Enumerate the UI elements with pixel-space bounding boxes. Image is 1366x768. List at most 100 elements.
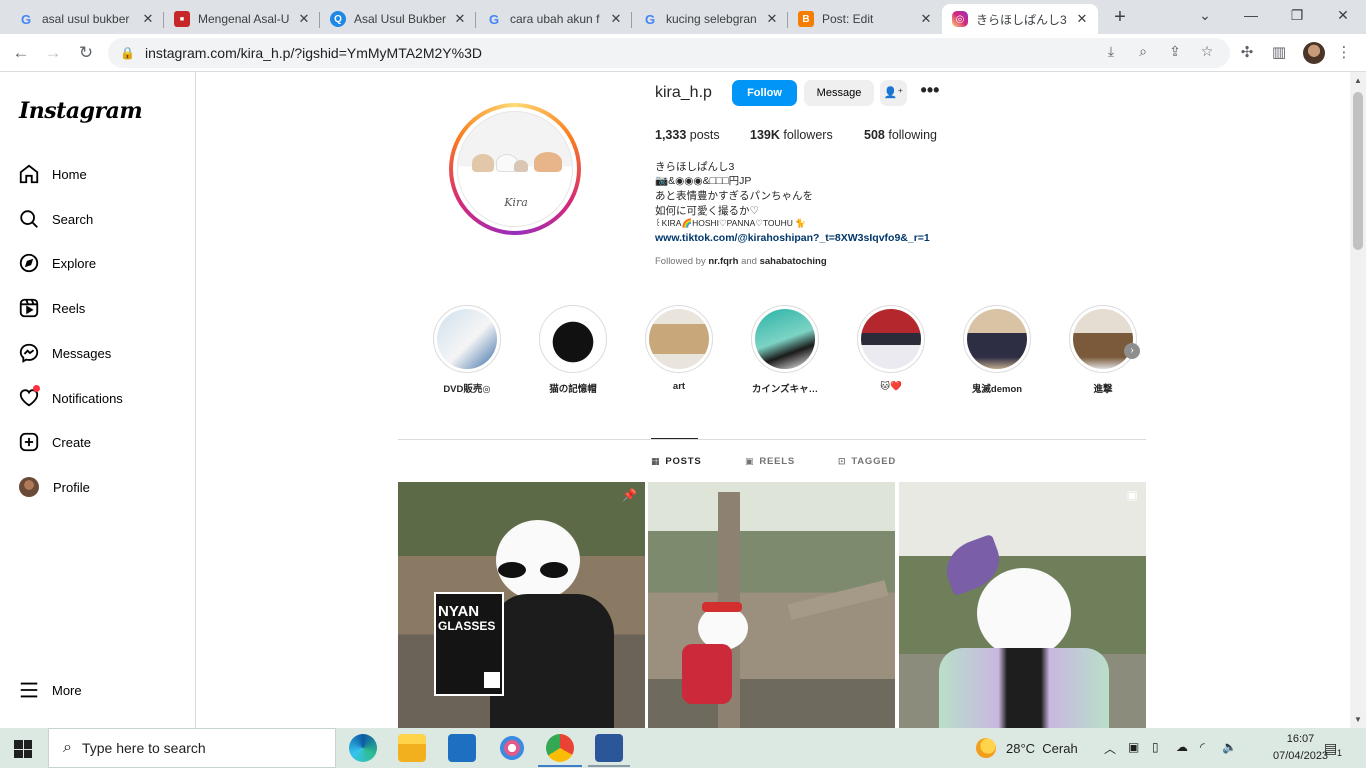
bio-link[interactable]: www.tiktok.com/@kirahoshipan?_t=8XW3sIqv… [655, 232, 1015, 244]
browser-toolbar: ← → ↻ 🔒 instagram.com/kira_h.p/?igshid=Y… [0, 34, 1366, 72]
cat-hoodie [490, 594, 614, 728]
highlights-next-button[interactable]: › [1124, 343, 1140, 359]
followers-count[interactable]: 139K followers [750, 128, 833, 142]
highlight-label: 🐱❤️ [880, 381, 902, 392]
sidebar-item-home[interactable]: Home [18, 159, 87, 189]
highlight-label: 進撃 [1093, 384, 1113, 395]
close-icon[interactable]: ✕ [1074, 11, 1090, 27]
instagram-logo[interactable]: Instagram [19, 98, 143, 124]
close-icon[interactable]: ✕ [608, 11, 624, 27]
blogger-icon: B [798, 11, 814, 27]
close-window-button[interactable]: ✕ [1320, 0, 1366, 30]
browser-tab[interactable]: Q Asal Usul Bukber ✕ [320, 4, 476, 34]
wifi-icon[interactable]: ◜ [1200, 740, 1205, 754]
browser-tab[interactable]: G cara ubah akun f ✕ [476, 4, 632, 34]
tab-tagged[interactable]: ⊡ TAGGED [838, 456, 896, 467]
followed-by[interactable]: Followed by nr.fqrh and sahabatoching [655, 256, 827, 267]
weather-widget[interactable]: 28°C Cerah [976, 738, 1078, 758]
mail-icon[interactable] [448, 734, 476, 762]
message-button[interactable]: Message [804, 80, 874, 106]
scroll-down-arrow[interactable]: ▼ [1354, 715, 1362, 724]
word-icon[interactable] [595, 734, 623, 762]
highlight-cover [543, 309, 603, 369]
browser-profile-avatar[interactable] [1303, 42, 1325, 64]
system-clock[interactable]: 16:07 07/04/2023 [1273, 731, 1328, 765]
story-highlight[interactable]: DVD販売◎ [432, 305, 502, 395]
sidebar-item-create[interactable]: Create [18, 427, 91, 457]
browser-tab[interactable]: ■ Mengenal Asal-U ✕ [164, 4, 320, 34]
tab-search-button[interactable]: ⌄ [1182, 0, 1228, 30]
profile-avatar-story-ring[interactable]: Kira [449, 103, 581, 235]
close-icon[interactable]: ✕ [140, 11, 156, 27]
sidebar-item-label: More [52, 682, 82, 698]
browser-tab[interactable]: G asal usul bukber ✕ [8, 4, 164, 34]
sidebar-item-more[interactable]: More [18, 675, 82, 705]
page-scrollbar[interactable]: ▲ ▼ [1350, 72, 1366, 728]
browser-tab-active[interactable]: ◎ きらほしぱんし3（@ ✕ [942, 4, 1098, 34]
bio-line: 如何に可愛く撮るか♡ [655, 205, 759, 217]
sidebar-item-messages[interactable]: Messages [18, 338, 111, 368]
chevron-up-icon[interactable]: ︿ [1104, 740, 1116, 757]
back-button[interactable]: ← [8, 40, 34, 66]
address-bar[interactable]: 🔒 instagram.com/kira_h.p/?igshid=YmMyMTA… [108, 38, 1230, 68]
sidebar-item-search[interactable]: Search [18, 204, 93, 234]
chrome-icon[interactable] [546, 734, 574, 762]
menu-kebab-icon[interactable]: ⋮ [1333, 43, 1355, 61]
sidebar-item-explore[interactable]: Explore [18, 248, 96, 278]
browser-tab[interactable]: B Post: Edit ✕ [788, 4, 942, 34]
sidebar-item-label: Reels [52, 300, 86, 316]
forward-button[interactable]: → [40, 40, 66, 66]
story-highlight[interactable]: 🐱❤️ [856, 305, 926, 392]
onedrive-cloud-icon[interactable]: ☁ [1176, 740, 1188, 754]
device-icon[interactable]: ▯ [1152, 740, 1159, 754]
tab-posts[interactable]: ▦ POSTS [651, 456, 702, 467]
options-button[interactable]: ••• [919, 81, 941, 104]
fence-rail [787, 580, 889, 620]
story-highlight[interactable]: カインズキャ… [750, 305, 820, 395]
close-icon[interactable]: ✕ [296, 11, 312, 27]
news-icon: ■ [174, 11, 190, 27]
extensions-icon[interactable]: ✣ [1236, 43, 1258, 61]
zoom-icon[interactable]: ⌕ [1133, 43, 1153, 60]
security-icon[interactable]: ▣ [1128, 740, 1139, 754]
story-highlight[interactable]: art [644, 305, 714, 392]
install-app-icon[interactable]: ⤓ [1101, 43, 1121, 60]
tab-reels[interactable]: ▣ REELS [745, 456, 795, 467]
share-icon[interactable]: ⇪ [1165, 43, 1185, 60]
follow-button[interactable]: Follow [732, 80, 797, 106]
highlight-cover [967, 309, 1027, 369]
sidebar-item-profile[interactable]: Profile [18, 472, 90, 502]
scrollbar-thumb[interactable] [1353, 92, 1363, 250]
bookmark-star-icon[interactable]: ☆ [1197, 43, 1217, 60]
close-icon[interactable]: ✕ [918, 11, 934, 27]
restore-button[interactable]: ❐ [1274, 0, 1320, 30]
sidebar-item-notifications[interactable]: Notifications [18, 383, 123, 413]
file-explorer-icon[interactable] [398, 734, 426, 762]
post-thumbnail[interactable] [648, 482, 895, 728]
following-count[interactable]: 508 following [864, 128, 937, 142]
suggested-accounts-button[interactable]: 👤⁺ [880, 80, 907, 106]
url-text: instagram.com/kira_h.p/?igshid=YmMyMTA2M… [144, 45, 482, 61]
close-icon[interactable]: ✕ [764, 11, 780, 27]
close-icon[interactable]: ✕ [452, 11, 468, 27]
minimize-button[interactable]: — [1228, 0, 1274, 30]
windows-start-button[interactable] [14, 740, 32, 758]
side-panel-icon[interactable]: ▥ [1268, 43, 1290, 61]
notification-center-icon[interactable]: ▤ [1324, 740, 1337, 757]
story-highlight[interactable]: 猫の記憶帽 [538, 305, 608, 395]
post-thumbnail[interactable]: NYAN GLASSES 📌 [398, 482, 645, 728]
browser-tab[interactable]: G kucing selebgran ✕ [632, 4, 788, 34]
story-highlight[interactable]: 鬼滅demon [962, 305, 1032, 395]
scroll-up-arrow[interactable]: ▲ [1354, 76, 1362, 85]
reload-button[interactable]: ↻ [73, 40, 99, 66]
taskbar-search[interactable]: ⌕ Type here to search [48, 728, 336, 768]
sidebar-item-label: Messages [52, 345, 112, 361]
new-tab-button[interactable]: + [1108, 6, 1132, 30]
qr-code [484, 672, 500, 688]
tab-title: cara ubah akun f [510, 12, 600, 26]
sidebar-item-reels[interactable]: Reels [18, 293, 85, 323]
post-thumbnail[interactable]: ▣ [899, 482, 1146, 728]
photos-app-icon[interactable] [498, 734, 526, 762]
edge-icon[interactable] [349, 734, 377, 762]
volume-icon[interactable]: 🔈 [1222, 740, 1237, 754]
